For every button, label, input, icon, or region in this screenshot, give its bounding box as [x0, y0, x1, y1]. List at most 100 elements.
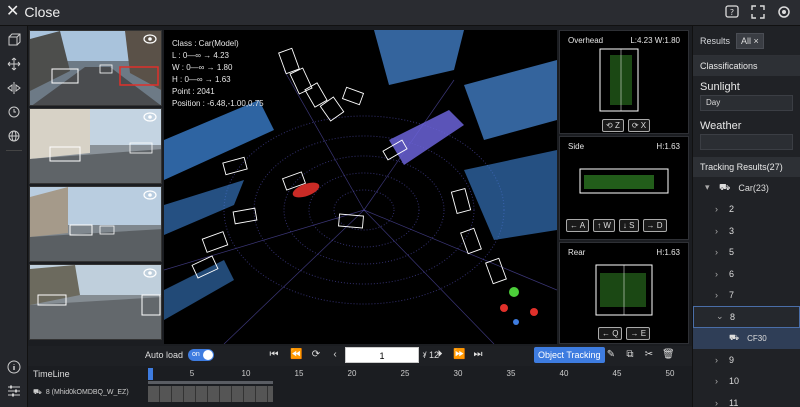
overhead-view[interactable]: Overhead L:4.23 W:1.80 ⟲ Z ⟳ X — [559, 30, 689, 134]
track-frames[interactable] — [148, 386, 273, 402]
cube-icon[interactable] — [4, 30, 24, 50]
rotate-x-button[interactable]: ⟳ X — [627, 119, 651, 132]
rotate-e-button[interactable]: → E — [626, 327, 651, 340]
move-icon[interactable] — [4, 54, 24, 74]
tree-item[interactable]: › 2 — [693, 199, 800, 221]
auto-load: Auto load on — [145, 349, 215, 361]
chevron-right-icon: › — [715, 290, 718, 301]
point-cloud-3d-view[interactable]: Class : Car(Model) L : 0—∞ → 4.23 W : 0—… — [164, 30, 557, 344]
help-icon[interactable]: ? — [724, 4, 740, 20]
loop-icon[interactable]: ⟳ — [310, 349, 322, 361]
info-icon[interactable] — [4, 357, 24, 377]
side-view[interactable]: Side H:1.63 ← A ↑ W ↓ S → D — [559, 136, 689, 240]
position-line: Position : -6.48,-1.00,0.75 — [172, 99, 264, 108]
side-title: Side — [568, 142, 585, 151]
rotate-z-button[interactable]: ⟲ Z — [602, 119, 624, 132]
tree-item-selected[interactable]: ⌄ 8 — [693, 306, 800, 328]
object-tracking-button[interactable]: Object Tracking — [534, 347, 605, 363]
auto-load-toggle[interactable]: on — [188, 349, 215, 361]
chevron-right-icon: › — [715, 204, 718, 215]
eye-icon[interactable] — [143, 268, 157, 278]
sunlight-select[interactable]: Day — [700, 95, 793, 111]
edit-icon[interactable]: ✎ — [605, 349, 617, 361]
overhead-title: Overhead — [568, 36, 604, 45]
move-d-button[interactable]: → D — [642, 219, 667, 232]
timeline-loaded-range — [148, 381, 273, 384]
top-bar: ✕ Close ? — [0, 0, 800, 26]
tick-label: 30 — [453, 369, 463, 378]
tick-label: 10 — [241, 369, 251, 378]
tree-item[interactable]: › 7 — [693, 285, 800, 307]
timeline-ruler[interactable]: 1 5 10 15 20 25 30 35 40 45 50 — [148, 366, 688, 382]
tracking-results-header[interactable]: Tracking Results(27) — [693, 157, 800, 177]
tick-label: 15 — [294, 369, 304, 378]
move-a-button[interactable]: ← A — [566, 219, 590, 232]
tree-item[interactable]: › 6 — [693, 263, 800, 285]
tree-item[interactable]: › 10 — [693, 371, 800, 393]
divider — [5, 150, 22, 151]
tree-item[interactable]: › 5 — [693, 242, 800, 264]
rotate-q-button[interactable]: ← Q — [598, 327, 623, 340]
right-panel: Results All × Classifications Sunlight D… — [692, 26, 800, 407]
fullscreen-icon[interactable] — [750, 4, 766, 20]
hierarchy-icon[interactable]: ⧉ — [624, 349, 636, 361]
rewind-icon[interactable]: ⏪ — [290, 349, 302, 361]
sliders-icon[interactable] — [4, 381, 24, 401]
sunlight-label: Sunlight — [700, 81, 740, 93]
side-views: Overhead L:4.23 W:1.80 ⟲ Z ⟳ X Side H:1.… — [559, 30, 689, 344]
auto-load-label: Auto load — [145, 350, 184, 360]
close-label: Close — [24, 4, 61, 20]
prev-page-icon[interactable]: ‹ — [329, 349, 341, 361]
fast-forward-icon[interactable]: ⏩ — [453, 349, 465, 361]
timeline-playhead[interactable] — [148, 368, 153, 380]
svg-text:?: ? — [730, 8, 734, 17]
rear-meta: H:1.63 — [656, 248, 680, 257]
globe-icon[interactable] — [4, 126, 24, 146]
car-icon: ⛟ — [719, 181, 731, 192]
overhead-meta: L:4.23 W:1.80 — [630, 36, 680, 45]
tree-child-item[interactable]: ⛟ CF30 — [693, 327, 800, 349]
tick-label: 35 — [506, 369, 516, 378]
timeline: TimeLine 1 5 10 15 20 25 30 35 40 45 50 … — [28, 366, 692, 407]
tree-item[interactable]: › 11 — [693, 392, 800, 407]
camera-thumbnail-rear[interactable] — [29, 264, 162, 340]
rear-view[interactable]: Rear H:1.63 ← Q → E — [559, 242, 689, 344]
camera-thumbnail-rear-right[interactable] — [29, 186, 162, 262]
chevron-right-icon: › — [715, 247, 718, 258]
settings-icon[interactable] — [776, 4, 792, 20]
width-line: W : 0—∞ → 1.80 — [172, 63, 233, 72]
close-button[interactable]: ✕ Close — [6, 3, 61, 21]
chevron-right-icon: › — [715, 268, 718, 279]
object-icon: ⛟ — [729, 333, 740, 343]
tree-item[interactable]: › 9 — [693, 349, 800, 371]
tick-label: 40 — [559, 369, 569, 378]
trash-icon[interactable]: 🗑 — [662, 349, 675, 361]
chevron-right-icon: › — [715, 376, 718, 387]
flip-icon[interactable] — [4, 78, 24, 98]
results-filter-chip[interactable]: All × — [736, 32, 764, 49]
rotate-icon[interactable] — [4, 102, 24, 122]
classifications-header[interactable]: Classifications — [693, 56, 800, 76]
left-toolbar — [0, 26, 28, 407]
camera-thumbnail-front[interactable] — [29, 30, 162, 106]
weather-label: Weather — [700, 120, 742, 132]
page-input[interactable]: 1 — [345, 347, 419, 363]
eye-icon[interactable] — [143, 112, 157, 122]
weather-select[interactable] — [700, 134, 793, 150]
next-page-icon[interactable]: › — [418, 349, 430, 361]
camera-thumbnail-front-right[interactable] — [29, 108, 162, 184]
eye-icon[interactable] — [143, 34, 157, 44]
tree-item[interactable]: › 3 — [693, 220, 800, 242]
skip-end-icon[interactable]: ⏭ — [472, 349, 484, 361]
tree-group-car[interactable]: ▾ ⛟ Car(23) — [693, 177, 800, 199]
scissors-icon[interactable]: ✂ — [643, 349, 655, 361]
move-s-button[interactable]: ↓ S — [618, 219, 639, 232]
play-icon[interactable]: ⏵ — [434, 349, 446, 361]
eye-icon[interactable] — [143, 190, 157, 200]
tick-label: 20 — [347, 369, 357, 378]
close-icon: ✕ — [6, 3, 20, 20]
results-label: Results — [700, 35, 731, 46]
playback-controls: Auto load on ⏮ ⏪ ⟳ ‹ 1 / 12 › ⏵ ⏩ ⏭ Obje… — [28, 346, 692, 366]
move-w-button[interactable]: ↑ W — [593, 219, 615, 232]
skip-start-icon[interactable]: ⏮ — [268, 349, 280, 361]
